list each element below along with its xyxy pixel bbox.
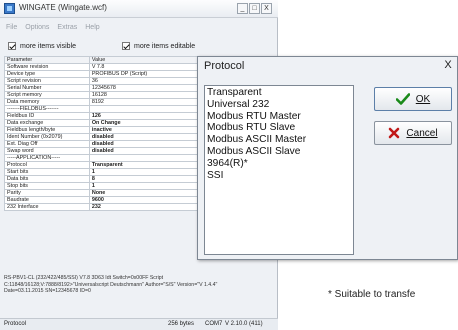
menu-bar: File Options Extras Help xyxy=(6,24,100,31)
maximize-button[interactable]: □ xyxy=(249,3,260,14)
parameter-name-cell: Stop bits xyxy=(4,182,90,190)
column-header-parameter: Parameter xyxy=(4,56,90,64)
protocol-option-modbus-rtu-slave[interactable]: Modbus RTU Slave xyxy=(207,122,353,134)
status-port: COM7 xyxy=(205,321,223,327)
menu-options[interactable]: Options xyxy=(25,24,49,31)
protocol-option-ssi[interactable]: SSI xyxy=(207,170,353,182)
footnote: * Suitable to transfe xyxy=(328,289,416,300)
parameter-name-cell: Script revision xyxy=(4,77,90,85)
parameter-name-cell: Parity xyxy=(4,189,90,197)
protocol-option-3964r[interactable]: 3964(R)* xyxy=(207,158,353,170)
cancel-button-label: Cancel xyxy=(406,127,438,139)
protocol-dialog: Protocol X Transparent Universal 232 Mod… xyxy=(197,56,458,260)
parameter-name-cell: Device type xyxy=(4,70,90,78)
status-protocol: Protocol xyxy=(4,321,27,327)
checkbox-checked-icon[interactable] xyxy=(8,42,16,50)
status-bytes: 256 bytes xyxy=(168,321,195,327)
close-button[interactable]: X xyxy=(261,3,272,14)
parameter-name-cell: Software revision xyxy=(4,63,90,71)
parameter-name-cell: Protocol xyxy=(4,161,90,169)
parameter-name-cell: Ident Number (0x2079) xyxy=(4,133,90,141)
title-bar: WINGATE (Wingate.wcf) _ □ X xyxy=(0,0,278,18)
parameter-name-cell: Baudrate xyxy=(4,196,90,204)
parameter-name-cell: Script memory xyxy=(4,91,90,99)
protocol-option-universal-232[interactable]: Universal 232 xyxy=(207,99,353,111)
parameter-name-cell: Ext. Diag Off xyxy=(4,140,90,148)
protocol-option-transparent[interactable]: Transparent xyxy=(207,87,353,99)
parameter-name-cell: Data exchange xyxy=(4,119,90,127)
cancel-button[interactable]: Cancel xyxy=(374,121,452,145)
window-controls: _ □ X xyxy=(237,3,272,14)
info-line: Date=03.11.2015 SN=12345678 ID=0 xyxy=(4,288,91,294)
app-icon xyxy=(4,3,15,14)
parameter-name-cell: Serial Number xyxy=(4,84,90,92)
status-version: V 2.10.0 (411) xyxy=(225,321,263,327)
parameter-name-cell: 232 Interface xyxy=(4,203,90,211)
protocol-option-modbus-rtu-master[interactable]: Modbus RTU Master xyxy=(207,111,353,123)
parameter-name-cell: Fieldbus ID xyxy=(4,112,90,120)
device-info-text: RS-PBV1-CL (232/422/485/SSI) V7.8 3D63 I… xyxy=(4,275,274,295)
more-items-editable-label: more items editable xyxy=(134,42,196,50)
menu-extras[interactable]: Extras xyxy=(57,24,77,31)
menu-help[interactable]: Help xyxy=(85,24,99,31)
protocol-option-modbus-ascii-master[interactable]: Modbus ASCII Master xyxy=(207,134,353,146)
parameter-name-cell: -------FIELDBUS------- xyxy=(4,105,90,113)
more-items-visible-label: more items visible xyxy=(20,42,77,50)
parameter-name-cell: Data bits xyxy=(4,175,90,183)
check-icon xyxy=(395,93,410,105)
x-icon xyxy=(389,127,400,139)
window-title: WINGATE (Wingate.wcf) xyxy=(19,3,107,12)
status-bar: Protocol 256 bytes COM7 V 2.10.0 (411) xyxy=(0,318,278,330)
protocol-option-modbus-ascii-slave[interactable]: Modbus ASCII Slave xyxy=(207,146,353,158)
minimize-button[interactable]: _ xyxy=(237,3,248,14)
more-items-editable-checkbox[interactable]: more items editable xyxy=(122,42,195,50)
dialog-title: Protocol xyxy=(204,60,245,72)
parameter-name-cell: Fieldbus length/byte xyxy=(4,126,90,134)
dialog-close-button[interactable]: X xyxy=(441,59,455,72)
checkbox-checked-icon[interactable] xyxy=(122,42,130,50)
menu-file[interactable]: File xyxy=(6,24,17,31)
ok-button-label: OK xyxy=(415,93,431,105)
parameter-name-cell: Data memory xyxy=(4,98,90,106)
ok-button[interactable]: OK xyxy=(374,87,452,111)
more-items-visible-checkbox[interactable]: more items visible xyxy=(8,42,76,50)
parameter-name-cell: Start bits xyxy=(4,168,90,176)
parameter-name-cell: -----APPLICATION----- xyxy=(4,154,90,162)
parameter-name-cell: Swap word xyxy=(4,147,90,155)
protocol-listbox[interactable]: Transparent Universal 232 Modbus RTU Mas… xyxy=(204,85,354,255)
